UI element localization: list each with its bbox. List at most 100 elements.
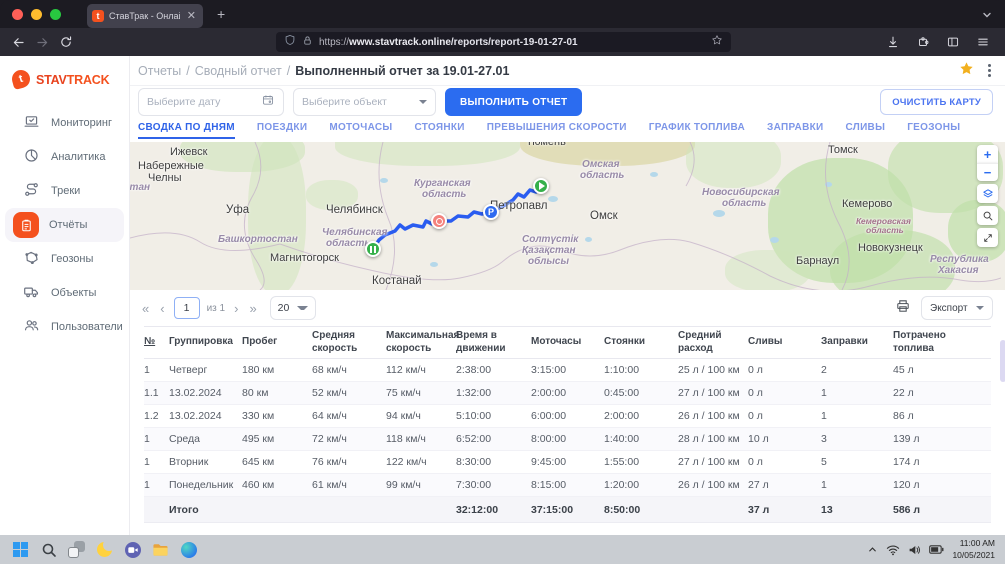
table-header-cell[interactable]: Средний расход <box>678 327 748 358</box>
breadcrumb-summary-report[interactable]: Сводный отчет <box>195 64 282 78</box>
close-window-button[interactable] <box>12 9 23 20</box>
play-marker[interactable] <box>533 178 549 194</box>
downloads-button[interactable] <box>883 32 903 52</box>
layers-button[interactable] <box>977 184 998 203</box>
extensions-puzzle-icon[interactable] <box>913 32 933 52</box>
tab-5[interactable]: ГРАФИК ТОПЛИВА <box>649 122 745 137</box>
new-tab-button[interactable]: + <box>213 6 229 22</box>
taskbar-search-button[interactable] <box>40 541 57 558</box>
table-row[interactable]: 1Понедельник460 км61 км/ч99 км/ч7:30:008… <box>144 474 991 497</box>
map[interactable]: ИжевскНабережныеЧелныстанУфаБашкортостан… <box>130 142 1005 290</box>
map-search-button[interactable] <box>977 206 998 225</box>
table-row[interactable]: 1.113.02.202480 км52 км/ч75 км/ч1:32:002… <box>144 382 991 405</box>
report-table: №ГруппировкаПробегСредняя скоростьМаксим… <box>144 326 995 523</box>
minimize-window-button[interactable] <box>31 9 42 20</box>
clear-map-button[interactable]: ОЧИСТИТЬ КАРТУ <box>880 89 993 115</box>
table-cell: 1.2 <box>144 410 169 422</box>
last-page-button[interactable]: » <box>247 301 258 316</box>
bookmark-star-icon[interactable] <box>711 33 723 51</box>
page-size-select[interactable]: 20 <box>270 296 316 320</box>
tab-8[interactable]: ГЕОЗОНЫ <box>907 122 960 137</box>
table-header-cell[interactable]: Заправки <box>821 333 893 352</box>
table-header-cell[interactable]: Потрачено топлива <box>893 327 991 358</box>
tab-0[interactable]: СВОДКА ПО ДНЯМ <box>138 122 235 139</box>
sidebar-item-reports[interactable]: Отчёты <box>5 208 124 242</box>
fullscreen-button[interactable] <box>977 228 998 247</box>
menu-hamburger-icon[interactable] <box>973 32 993 52</box>
table-row[interactable]: 1Вторник645 км76 км/ч122 км/ч8:30:009:45… <box>144 451 991 474</box>
table-header-cell[interactable]: Пробег <box>242 333 312 352</box>
table-row[interactable]: 1Среда495 км72 км/ч118 км/ч6:52:008:00:0… <box>144 428 991 451</box>
volume-icon[interactable] <box>908 544 921 556</box>
video-call-app-button[interactable] <box>124 541 141 558</box>
table-header-cell[interactable]: Стоянки <box>604 333 678 352</box>
stop-marker[interactable] <box>431 213 447 229</box>
date-picker-input[interactable]: Выберите дату <box>138 88 284 116</box>
pause-marker[interactable] <box>365 241 381 257</box>
file-explorer-button[interactable] <box>152 541 169 558</box>
start-button[interactable] <box>12 541 29 558</box>
table-scrollbar-thumb[interactable] <box>1000 340 1005 382</box>
parking-marker[interactable]: P <box>483 204 499 220</box>
tray-expand-chevron-icon[interactable] <box>867 544 878 555</box>
browser-tab[interactable]: t СтавТрак - Онлайн мониторин ✕ <box>87 4 203 28</box>
sidebar-toggle-icon[interactable] <box>943 32 963 52</box>
clock[interactable]: 11:00 AM 10/05/2021 <box>952 538 995 561</box>
prev-page-button[interactable]: ‹ <box>158 301 166 316</box>
analytics-icon <box>23 147 40 167</box>
breadcrumb: Отчеты/Сводный отчет/Выполненный отчет з… <box>138 64 509 78</box>
wifi-icon[interactable] <box>886 544 900 556</box>
table-header-cell[interactable]: Максимальная скорость <box>386 327 456 358</box>
kebab-menu-icon[interactable] <box>986 62 993 79</box>
lock-icon[interactable] <box>302 33 313 51</box>
sidebar-item-analytics[interactable]: Аналитика <box>5 140 124 174</box>
zoom-out-button[interactable]: − <box>977 163 998 181</box>
tab-2[interactable]: МОТОЧАСЫ <box>329 122 392 137</box>
sidebar-item-monitoring[interactable]: Мониторинг <box>5 106 124 140</box>
table-row[interactable]: 1.213.02.2024330 км64 км/ч94 км/ч5:10:00… <box>144 405 991 428</box>
tab-6[interactable]: ЗАПРАВКИ <box>767 122 823 137</box>
sidebar-item-geofence[interactable]: Геозоны <box>5 242 124 276</box>
favorite-star-icon[interactable] <box>959 61 974 81</box>
tab-3[interactable]: СТОЯНКИ <box>414 122 464 137</box>
geofence-icon <box>23 249 40 269</box>
table-header-cell[interactable]: Группировка <box>169 333 242 352</box>
map-label: область <box>326 238 370 249</box>
battery-icon[interactable] <box>929 545 944 554</box>
first-page-button[interactable]: « <box>140 301 151 316</box>
table-total-cell: 32:12:00 <box>456 504 531 516</box>
print-button[interactable] <box>895 298 911 319</box>
table-header-cell[interactable]: Средняя скорость <box>312 327 386 358</box>
tab-list-chevron-icon[interactable] <box>981 8 993 26</box>
tab-4[interactable]: ПРЕВЫШЕНИЯ СКОРОСТИ <box>487 122 627 137</box>
table-header-cell[interactable]: № <box>144 333 169 352</box>
tab-close-icon[interactable]: ✕ <box>185 11 198 22</box>
zoom-in-button[interactable]: + <box>977 145 998 163</box>
table-row[interactable]: 1Четверг180 км68 км/ч112 км/ч2:38:003:15… <box>144 359 991 382</box>
tab-7[interactable]: СЛИВЫ <box>845 122 885 137</box>
reload-button[interactable] <box>56 32 76 52</box>
sidebar-item-tracks[interactable]: Треки <box>5 174 124 208</box>
breadcrumb-reports[interactable]: Отчеты <box>138 64 181 78</box>
task-view-button[interactable] <box>68 541 85 558</box>
table-header-cell[interactable]: Сливы <box>748 333 821 352</box>
maximize-window-button[interactable] <box>50 9 61 20</box>
forward-button[interactable] <box>32 32 52 52</box>
sidebar-item-objects[interactable]: Объекты <box>5 276 124 310</box>
sidebar-item-users[interactable]: Пользователи <box>5 310 124 344</box>
calendar-icon[interactable] <box>261 93 275 112</box>
edge-browser-button[interactable] <box>180 541 197 558</box>
back-button[interactable] <box>8 32 28 52</box>
object-select[interactable]: Выберите объект <box>293 88 436 116</box>
export-select[interactable]: Экспорт <box>921 296 993 320</box>
table-header-cell[interactable]: Время в движении <box>456 327 531 358</box>
run-report-button[interactable]: ВЫПОЛНИТЬ ОТЧЕТ <box>445 88 582 116</box>
tracking-shield-icon[interactable] <box>284 33 296 51</box>
tab-1[interactable]: ПОЕЗДКИ <box>257 122 307 137</box>
page-number-input[interactable] <box>174 297 200 319</box>
stavtrack-logo[interactable]: t STAVTRACK <box>0 56 129 106</box>
url-bar[interactable]: https://www.stavtrack.online/reports/rep… <box>276 32 731 52</box>
table-header-cell[interactable]: Моточасы <box>531 333 604 352</box>
moon-app-button[interactable] <box>96 541 113 558</box>
next-page-button[interactable]: › <box>232 301 240 316</box>
